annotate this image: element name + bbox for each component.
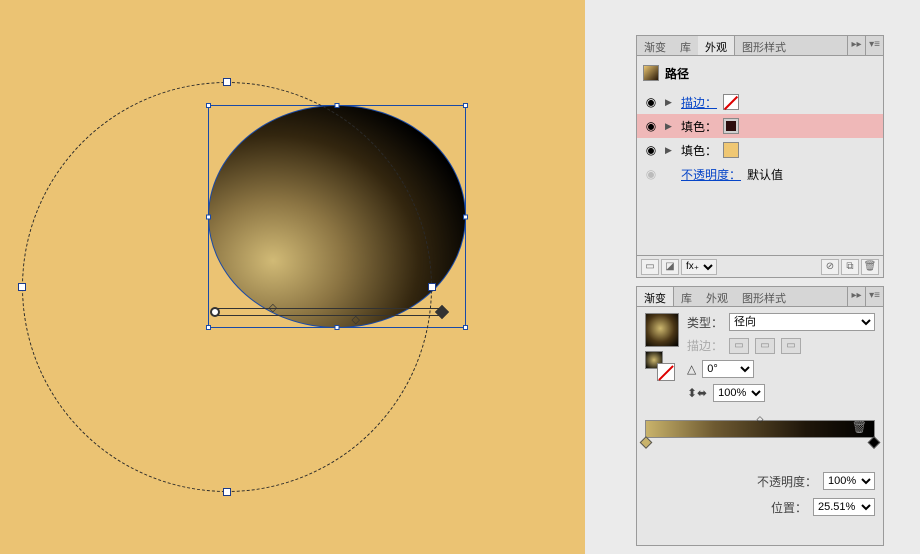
tab-graphic-styles[interactable]: 图形样式	[735, 36, 793, 55]
stroke-label[interactable]: 描边：	[681, 94, 717, 111]
appearance-panel: 渐变 库 外观 图形样式 ▸▸ ▾≡ 路径 ◉ ▶ 描边： ◉ ▶ 填色： ◉ …	[636, 35, 884, 278]
opacity-value: 默认值	[747, 166, 783, 183]
gradient-color-stop-end[interactable]	[868, 436, 881, 449]
stroke-mode-3: ▭	[781, 338, 801, 354]
gradient-midpoint-stop[interactable]: ◇	[757, 414, 764, 425]
expand-icon[interactable]: ▶	[665, 121, 675, 132]
gradient-preview-swatch[interactable]	[645, 313, 679, 347]
tab-library[interactable]: 库	[674, 287, 699, 306]
angle-icon: △	[687, 362, 696, 376]
fill-swatch[interactable]	[723, 118, 739, 134]
appearance-tabs: 渐变 库 外观 图形样式 ▸▸ ▾≡	[637, 36, 883, 56]
visibility-icon[interactable]: ◉	[643, 143, 659, 157]
panel-menu-icon[interactable]: ▾≡	[865, 287, 883, 306]
stroke-mode-2: ▭	[755, 338, 775, 354]
panel-collapse-icon[interactable]: ▸▸	[847, 287, 865, 306]
new-stroke-button[interactable]: ▭	[641, 259, 659, 275]
stroke-swatch[interactable]	[723, 94, 739, 110]
target-swatch	[643, 65, 659, 81]
stroke-label: 描边：	[687, 337, 723, 354]
gradient-stroke-field: 描边： ▭ ▭ ▭	[687, 337, 875, 354]
gradient-color-stop-start[interactable]	[640, 436, 653, 449]
new-fill-button[interactable]: ◪	[661, 259, 679, 275]
stop-opacity-field: 不透明度： 100%	[757, 472, 875, 490]
tab-gradient[interactable]: 渐变	[637, 287, 674, 306]
fill-label: 填色：	[681, 142, 717, 159]
gradient-tabs: 渐变 库 外观 图形样式 ▸▸ ▾≡	[637, 287, 883, 307]
appearance-footer: ▭ ◪ fx₊ ⊘ ⧉ 🗑	[637, 255, 883, 277]
gradient-type-select[interactable]: 径向	[729, 313, 875, 331]
fill-swatch[interactable]	[723, 142, 739, 158]
gradient-angle-input[interactable]: 0°	[702, 360, 754, 378]
opacity-label: 不透明度：	[757, 473, 817, 490]
aspect-icon: ⬍⬌	[687, 386, 707, 400]
opacity-label[interactable]: 不透明度：	[681, 166, 741, 183]
anchor-top[interactable]	[223, 78, 231, 86]
tab-graphic-styles[interactable]: 图形样式	[735, 287, 793, 306]
gradient-ramp[interactable]: ◇	[645, 420, 875, 438]
appearance-fill-row-2[interactable]: ◉ ▶ 填色：	[637, 138, 883, 162]
gradient-aspect-field: ⬍⬌ 100%	[687, 384, 875, 402]
stop-location-field: 位置： 25.51%	[771, 498, 875, 516]
appearance-opacity-row[interactable]: ◉ 不透明度： 默认值	[637, 162, 883, 186]
clear-appearance-button[interactable]: ⊘	[821, 259, 839, 275]
gradient-type-field: 类型： 径向	[687, 313, 875, 331]
fx-menu[interactable]: fx₊	[681, 259, 717, 275]
type-label: 类型：	[687, 314, 723, 331]
tab-gradient[interactable]: 渐变	[637, 36, 673, 55]
duplicate-button[interactable]: ⧉	[841, 259, 859, 275]
tab-appearance[interactable]: 外观	[698, 36, 735, 55]
target-name: 路径	[665, 65, 689, 82]
delete-stop-icon[interactable]: 🗑	[852, 420, 867, 434]
panel-collapse-icon[interactable]: ▸▸	[847, 36, 865, 55]
anchor-left[interactable]	[18, 283, 26, 291]
visibility-icon[interactable]: ◉	[643, 119, 659, 133]
stroke-proxy-swatch[interactable]	[657, 363, 675, 381]
gradient-origin-handle[interactable]	[210, 307, 220, 317]
delete-button[interactable]: 🗑	[861, 259, 879, 275]
gradient-range-circle[interactable]	[22, 82, 432, 492]
gradient-midpoint-handle[interactable]: ◇	[269, 301, 277, 314]
appearance-stroke-row[interactable]: ◉ ▶ 描边：	[637, 90, 883, 114]
tab-appearance[interactable]: 外观	[699, 287, 735, 306]
gradient-aspect-input[interactable]: 100%	[713, 384, 765, 402]
tab-library[interactable]: 库	[673, 36, 698, 55]
appearance-fill-row-1[interactable]: ◉ ▶ 填色：	[637, 114, 883, 138]
fill-label: 填色：	[681, 118, 717, 135]
gradient-annotator[interactable]: ◇ ◇	[215, 308, 442, 316]
gradient-panel: 渐变 库 外观 图形样式 ▸▸ ▾≡ 类型： 径向 描边： ▭	[636, 286, 884, 546]
gradient-angle-field: △ 0°	[687, 360, 875, 378]
fill-stroke-toggle[interactable]	[645, 351, 675, 381]
visibility-icon[interactable]: ◉	[643, 95, 659, 109]
anchor-right[interactable]	[428, 283, 436, 291]
gradient-center-handle[interactable]: ◇	[352, 313, 360, 326]
visibility-icon[interactable]: ◉	[643, 167, 659, 181]
stop-location-input[interactable]: 25.51%	[813, 498, 875, 516]
expand-icon[interactable]: ▶	[665, 97, 675, 108]
panel-menu-icon[interactable]: ▾≡	[865, 36, 883, 55]
anchor-bottom[interactable]	[223, 488, 231, 496]
location-label: 位置：	[771, 499, 807, 516]
appearance-target-row: 路径	[637, 56, 883, 90]
stroke-mode-1: ▭	[729, 338, 749, 354]
stop-opacity-input[interactable]: 100%	[823, 472, 875, 490]
expand-icon[interactable]: ▶	[665, 145, 675, 156]
artboard[interactable]: ◇ ◇	[0, 0, 585, 554]
